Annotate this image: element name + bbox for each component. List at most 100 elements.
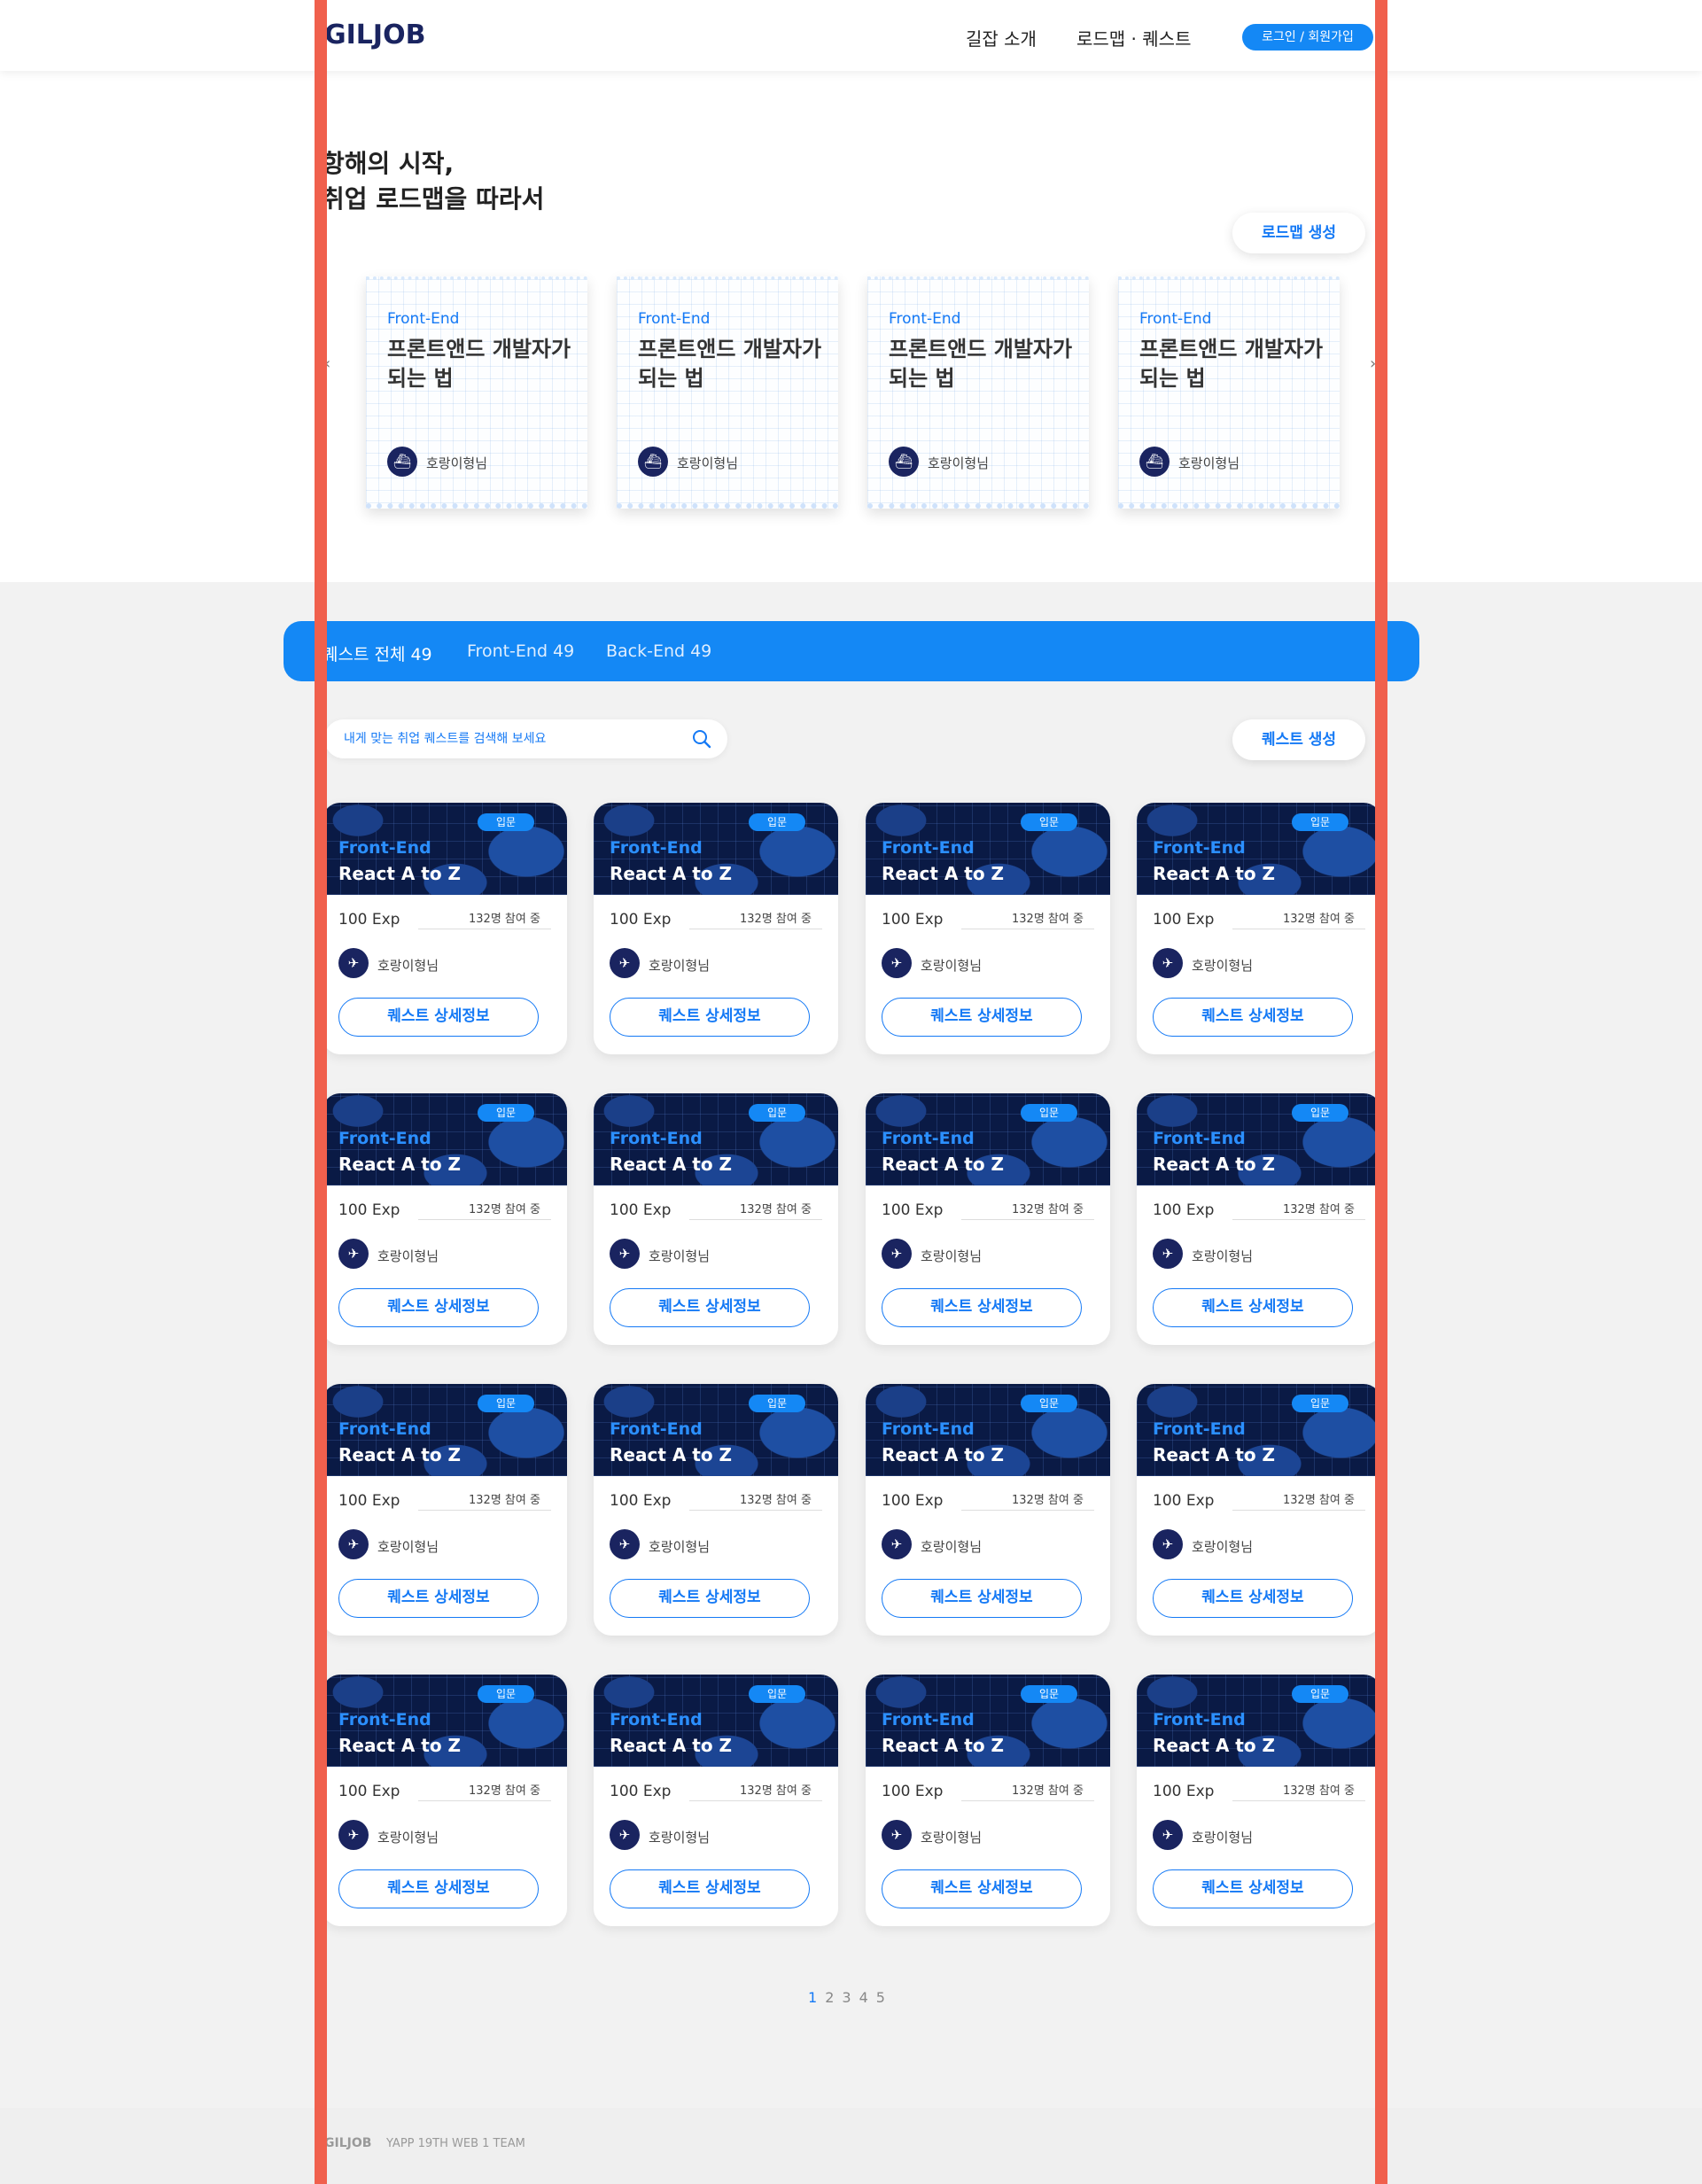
divider <box>961 1800 1094 1801</box>
quest-detail-button[interactable]: 퀘스트 상세정보 <box>610 998 810 1037</box>
quest-card[interactable]: 입문 Front-End React A to Z 100 Exp 132명 참여 중 ✈… <box>323 803 567 1054</box>
divider <box>689 1219 822 1220</box>
page-link[interactable]: 5 <box>876 1989 885 2006</box>
quest-detail-button[interactable]: 퀘스트 상세정보 <box>882 1579 1082 1618</box>
hero-title: 항해의 시작, 취업 로드맵을 따라서 <box>322 146 544 217</box>
quest-participants: 132명 참여 중 <box>1283 913 1355 926</box>
nav-about[interactable]: 길잡 소개 <box>966 25 1037 51</box>
roadmap-card[interactable]: Front-End 프론트앤드 개발자가 되는 법 ⛴ 호랑이형님 <box>366 276 587 509</box>
quest-card[interactable]: 입문 Front-End React A to Z 100 Exp 132명 참여 중 ✈… <box>594 1093 838 1345</box>
create-quest-button[interactable]: 퀘스트 생성 <box>1232 719 1365 760</box>
create-roadmap-button[interactable]: 로드맵 생성 <box>1232 213 1365 253</box>
quest-participants: 132명 참여 중 <box>1012 1203 1084 1216</box>
quest-card[interactable]: 입문 Front-End React A to Z 100 Exp 132명 참여 중 ✈… <box>1137 1093 1381 1345</box>
roadmap-title: 프론트앤드 개발자가 되는 법 <box>889 337 1073 391</box>
page-link[interactable]: 1 <box>808 1989 817 2006</box>
avatar-icon: ✈ <box>338 1529 369 1559</box>
quest-card[interactable]: 입문 Front-End React A to Z 100 Exp 132명 참여 중 ✈… <box>323 1675 567 1926</box>
quest-card-banner: 입문 Front-End React A to Z <box>1137 1384 1381 1476</box>
avatar-icon: ⛴ <box>1139 447 1170 477</box>
tab-all-quests[interactable]: 퀘스트 전체 49 <box>323 641 432 665</box>
quest-search-input[interactable] <box>344 729 680 749</box>
quest-title: React A to Z <box>610 863 733 884</box>
quest-card[interactable]: 입문 Front-End React A to Z 100 Exp 132명 참여 중 ✈… <box>866 803 1110 1054</box>
quest-detail-button[interactable]: 퀘스트 상세정보 <box>338 1579 539 1618</box>
logo[interactable]: GILJOB <box>324 19 425 51</box>
search-icon[interactable] <box>691 728 712 750</box>
tab-front-end[interactable]: Front-End 49 <box>467 641 574 661</box>
quest-card[interactable]: 입문 Front-End React A to Z 100 Exp 132명 참여 중 ✈… <box>594 1384 838 1636</box>
avatar-icon: ✈ <box>610 1820 640 1850</box>
quest-participants: 132명 참여 중 <box>740 913 812 926</box>
quest-detail-button[interactable]: 퀘스트 상세정보 <box>882 998 1082 1037</box>
roadmap-author: 호랑이형님 <box>928 455 990 471</box>
quest-card-banner: 입문 Front-End React A to Z <box>1137 803 1381 895</box>
quest-exp: 100 Exp <box>610 1783 672 1800</box>
quest-title: React A to Z <box>882 1444 1005 1465</box>
page-link[interactable]: 2 <box>825 1989 834 2006</box>
tab-count: 49 <box>690 641 712 661</box>
nav-roadmap-quest[interactable]: 로드맵 · 퀘스트 <box>1076 25 1191 51</box>
roadmap-category: Front-End <box>1139 310 1212 328</box>
roadmap-author: 호랑이형님 <box>426 455 488 471</box>
quest-card[interactable]: 입문 Front-End React A to Z 100 Exp 132명 참여 중 ✈… <box>866 1093 1110 1345</box>
avatar-icon: ✈ <box>610 1529 640 1559</box>
quest-exp: 100 Exp <box>338 911 400 929</box>
quest-detail-button[interactable]: 퀘스트 상세정보 <box>1153 998 1353 1037</box>
quest-exp: 100 Exp <box>610 1492 672 1510</box>
quest-card[interactable]: 입문 Front-End React A to Z 100 Exp 132명 참여 중 ✈… <box>866 1384 1110 1636</box>
quest-card[interactable]: 입문 Front-End React A to Z 100 Exp 132명 참여 중 ✈… <box>594 803 838 1054</box>
level-badge: 입문 <box>1021 1395 1077 1412</box>
divider <box>689 1510 822 1511</box>
quest-card-banner: 입문 Front-End React A to Z <box>594 1675 838 1767</box>
quest-title: React A to Z <box>610 1735 733 1756</box>
quest-title: React A to Z <box>338 1735 462 1756</box>
quest-card[interactable]: 입문 Front-End React A to Z 100 Exp 132명 참여 중 ✈… <box>1137 803 1381 1054</box>
quest-card[interactable]: 입문 Front-End React A to Z 100 Exp 132명 참여 중 ✈… <box>1137 1384 1381 1636</box>
login-signup-button[interactable]: 로그인 / 회원가입 <box>1242 24 1373 51</box>
avatar-icon: ✈ <box>882 1529 912 1559</box>
quest-title: React A to Z <box>610 1154 733 1175</box>
quest-detail-button[interactable]: 퀘스트 상세정보 <box>610 1579 810 1618</box>
quest-detail-button[interactable]: 퀘스트 상세정보 <box>882 1288 1082 1327</box>
quest-title: React A to Z <box>338 1154 462 1175</box>
quest-card[interactable]: 입문 Front-End React A to Z 100 Exp 132명 참여 중 ✈… <box>594 1675 838 1926</box>
divider <box>961 1510 1094 1511</box>
roadmap-author: 호랑이형님 <box>1178 455 1240 471</box>
quest-title: React A to Z <box>882 1154 1005 1175</box>
quest-detail-button[interactable]: 퀘스트 상세정보 <box>338 1869 539 1908</box>
tab-label: 퀘스트 전체 <box>323 645 406 665</box>
quest-detail-button[interactable]: 퀘스트 상세정보 <box>610 1869 810 1908</box>
quest-exp: 100 Exp <box>882 1201 944 1219</box>
quest-card[interactable]: 입문 Front-End React A to Z 100 Exp 132명 참여 중 ✈… <box>323 1093 567 1345</box>
quest-detail-button[interactable]: 퀘스트 상세정보 <box>1153 1579 1353 1618</box>
page-link[interactable]: 4 <box>859 1989 868 2006</box>
divider <box>418 1510 551 1511</box>
quest-detail-button[interactable]: 퀘스트 상세정보 <box>338 1288 539 1327</box>
quest-card[interactable]: 입문 Front-End React A to Z 100 Exp 132명 참여 중 ✈… <box>1137 1675 1381 1926</box>
quest-card-banner: 입문 Front-End React A to Z <box>1137 1675 1381 1767</box>
quest-participants: 132명 참여 중 <box>469 913 540 926</box>
quest-exp: 100 Exp <box>1153 911 1215 929</box>
level-badge: 입문 <box>1292 1104 1348 1122</box>
quest-card-banner: 입문 Front-End React A to Z <box>594 1093 838 1185</box>
page-link[interactable]: 3 <box>842 1989 851 2006</box>
roadmap-card[interactable]: Front-End 프론트앤드 개발자가 되는 법 ⛴ 호랑이형님 <box>617 276 838 509</box>
quest-card-banner: 입문 Front-End React A to Z <box>323 1093 567 1185</box>
quest-detail-button[interactable]: 퀘스트 상세정보 <box>1153 1288 1353 1327</box>
roadmap-card[interactable]: Front-End 프론트앤드 개발자가 되는 법 ⛴ 호랑이형님 <box>867 276 1089 509</box>
quest-detail-button[interactable]: 퀘스트 상세정보 <box>1153 1869 1353 1908</box>
quest-category: Front-End <box>1153 838 1246 858</box>
quest-detail-button[interactable]: 퀘스트 상세정보 <box>338 998 539 1037</box>
quest-card[interactable]: 입문 Front-End React A to Z 100 Exp 132명 참여 중 ✈… <box>866 1675 1110 1926</box>
quest-detail-button[interactable]: 퀘스트 상세정보 <box>610 1288 810 1327</box>
quest-category: Front-End <box>882 838 975 858</box>
divider <box>1232 1219 1365 1220</box>
roadmap-card[interactable]: Front-End 프론트앤드 개발자가 되는 법 ⛴ 호랑이형님 <box>1118 276 1340 509</box>
quest-card[interactable]: 입문 Front-End React A to Z 100 Exp 132명 참여 중 ✈… <box>323 1384 567 1636</box>
quest-exp: 100 Exp <box>338 1783 400 1800</box>
quest-detail-button[interactable]: 퀘스트 상세정보 <box>882 1869 1082 1908</box>
tab-back-end[interactable]: Back-End 49 <box>606 641 711 661</box>
avatar-icon: ✈ <box>882 1820 912 1850</box>
quest-participants: 132명 참여 중 <box>1283 1784 1355 1798</box>
